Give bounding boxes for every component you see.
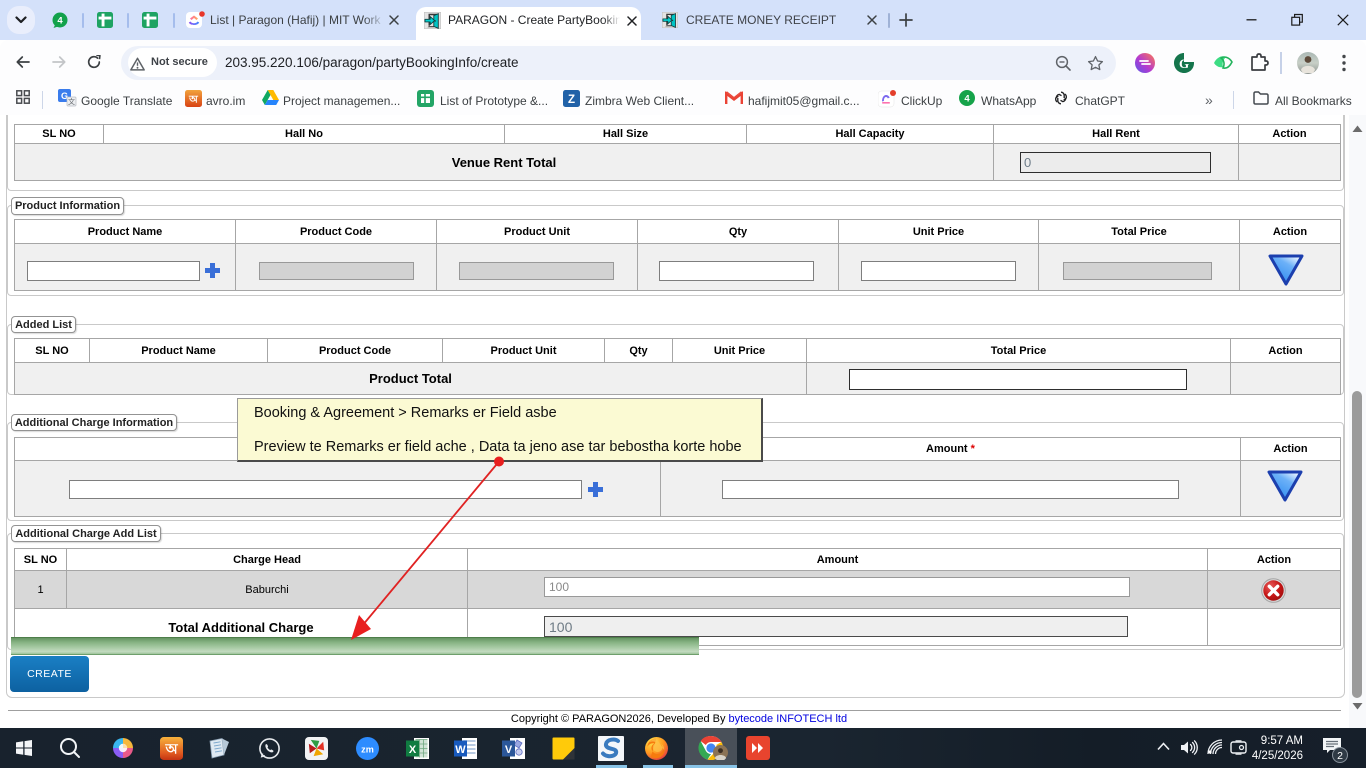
- svg-text:Z: Z: [568, 94, 575, 106]
- svg-text:文: 文: [68, 97, 75, 106]
- svg-text:2: 2: [1337, 750, 1343, 762]
- svg-text:W: W: [455, 744, 466, 756]
- svg-text:অ: অ: [165, 742, 179, 757]
- svg-text:4: 4: [57, 16, 63, 27]
- svg-text:G: G: [1179, 56, 1189, 71]
- svg-text:X: X: [409, 744, 417, 756]
- svg-text:4: 4: [964, 94, 970, 105]
- svg-text:zm: zm: [361, 744, 374, 754]
- svg-text:অ: অ: [188, 95, 199, 106]
- svg-text:V: V: [505, 744, 513, 756]
